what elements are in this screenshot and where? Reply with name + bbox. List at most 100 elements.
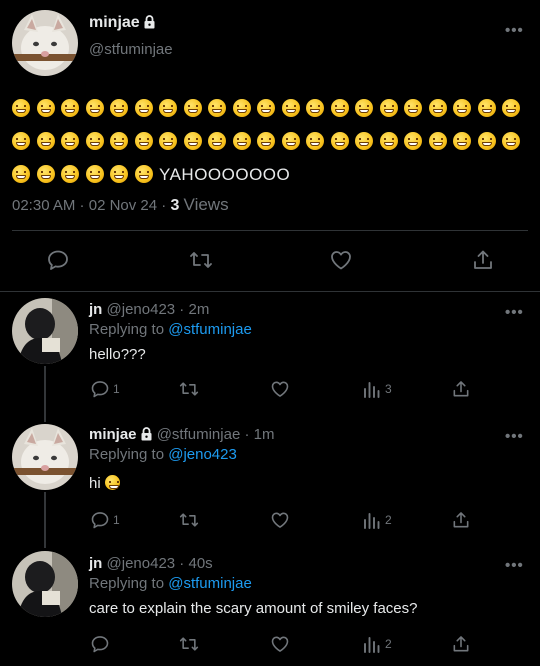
lock-icon [140,427,153,445]
reply-button[interactable] [90,634,113,654]
replying-handle-link[interactable]: @stfuminjae [168,575,252,592]
reply-age[interactable]: 40s [188,555,212,572]
reply-handle[interactable]: @stfuminjae [157,426,241,443]
reply-button[interactable]: 1 [90,510,120,530]
avatar-cat[interactable] [12,424,78,490]
tweet-date[interactable]: 02 Nov 24 [89,197,157,214]
tweet-text-word: YAHOOOOOOO [159,165,291,184]
main-handle[interactable]: @stfuminjae [89,41,173,58]
more-options-icon[interactable]: ••• [505,22,524,39]
retweet-button[interactable] [178,510,200,530]
smiley-emoji [404,99,422,117]
reply-header: minjae @stfuminjae · 1m [89,426,274,445]
replying-handle-link[interactable]: @stfuminjae [168,321,252,338]
views-button[interactable]: 3 [362,379,392,399]
replying-handle-link[interactable]: @jeno423 [168,446,237,463]
retweet-icon [179,637,199,651]
reply-icon [91,512,109,529]
like-button[interactable] [270,634,290,654]
smiley-emoji [428,99,447,117]
like-icon [271,381,289,397]
avatar-jn[interactable] [12,298,78,364]
like-button[interactable] [329,248,353,272]
reply-count: 1 [113,382,120,396]
more-options-icon[interactable]: ••• [505,428,524,445]
reply-text-content: hi [89,475,101,492]
share-button[interactable] [451,634,471,654]
reply-handle[interactable]: @jeno423 [107,555,176,572]
avatar-jn[interactable] [12,551,78,617]
reply-handle[interactable]: @jeno423 [107,301,176,318]
separator: · [175,555,189,572]
replying-to: Replying to @stfuminjae [89,575,252,592]
separator: · [175,301,189,318]
retweet-button[interactable] [178,379,200,399]
smiley-emoji [281,99,300,117]
reply-display-name[interactable]: jn [89,301,102,318]
like-icon [271,636,289,652]
smiley-emoji [134,132,153,150]
smiley-emoji [306,99,324,117]
smiley-emoji [12,165,30,183]
reply-text: hello??? [89,346,146,363]
tweet-meta: 02:30 AM · 02 Nov 24 · 3 Views [12,195,229,214]
avatar-cat[interactable] [12,10,78,76]
share-button[interactable] [471,248,495,272]
reply-icon [91,381,109,398]
divider [12,230,528,231]
smiley-emoji [134,99,153,117]
smiley-emoji [183,132,202,150]
smiley-emoji [85,99,104,117]
like-button[interactable] [270,510,290,530]
views-button[interactable]: 2 [362,634,392,654]
more-options-icon[interactable]: ••• [505,557,524,574]
reply-age[interactable]: 2m [188,301,209,318]
smiley-emoji [85,165,104,183]
thread-connector [44,366,46,422]
share-icon [453,636,469,652]
smiley-emoji [330,132,349,150]
like-icon [331,251,351,270]
smiley-emoji [306,132,324,150]
replying-prefix: Replying to [89,446,165,463]
more-options-icon[interactable]: ••• [505,304,524,321]
reply-display-name[interactable]: minjae [89,426,137,443]
smiley-emoji [404,132,422,150]
replying-to: Replying to @stfuminjae [89,321,252,338]
retweet-button[interactable] [188,248,214,272]
share-button[interactable] [451,379,471,399]
smiley-emoji [36,165,55,183]
reply-display-name[interactable]: jn [89,555,102,572]
views-count: 3 [170,197,180,214]
smiley-emoji [355,132,373,150]
smiley-emoji [159,99,177,117]
smiley-emoji [104,475,120,490]
retweet-icon [179,382,199,396]
smiley-emoji [12,132,30,150]
retweet-icon [190,252,212,268]
smiley-emoji [110,132,128,150]
smiley-emoji [208,99,226,117]
share-icon [453,512,469,528]
smiley-emoji [36,99,55,117]
thread-connector [44,492,46,548]
like-button[interactable] [270,379,290,399]
reply-button[interactable]: 1 [90,379,120,399]
smiley-emoji [61,132,79,150]
reply-age[interactable]: 1m [254,426,275,443]
separator: · [240,426,254,443]
divider [0,291,540,292]
replying-prefix: Replying to [89,575,165,592]
reply-button[interactable] [46,248,70,272]
tweet-time[interactable]: 02:30 AM [12,197,75,214]
smiley-emoji [453,99,471,117]
retweet-button[interactable] [178,634,200,654]
main-display-name[interactable]: minjae [89,14,156,34]
share-icon [453,381,469,397]
display-name-text[interactable]: minjae [89,14,140,31]
smiley-emoji [379,99,398,117]
smiley-emoji [502,132,520,150]
views-button[interactable]: 2 [362,510,392,530]
smiley-emoji [208,132,226,150]
share-button[interactable] [451,510,471,530]
